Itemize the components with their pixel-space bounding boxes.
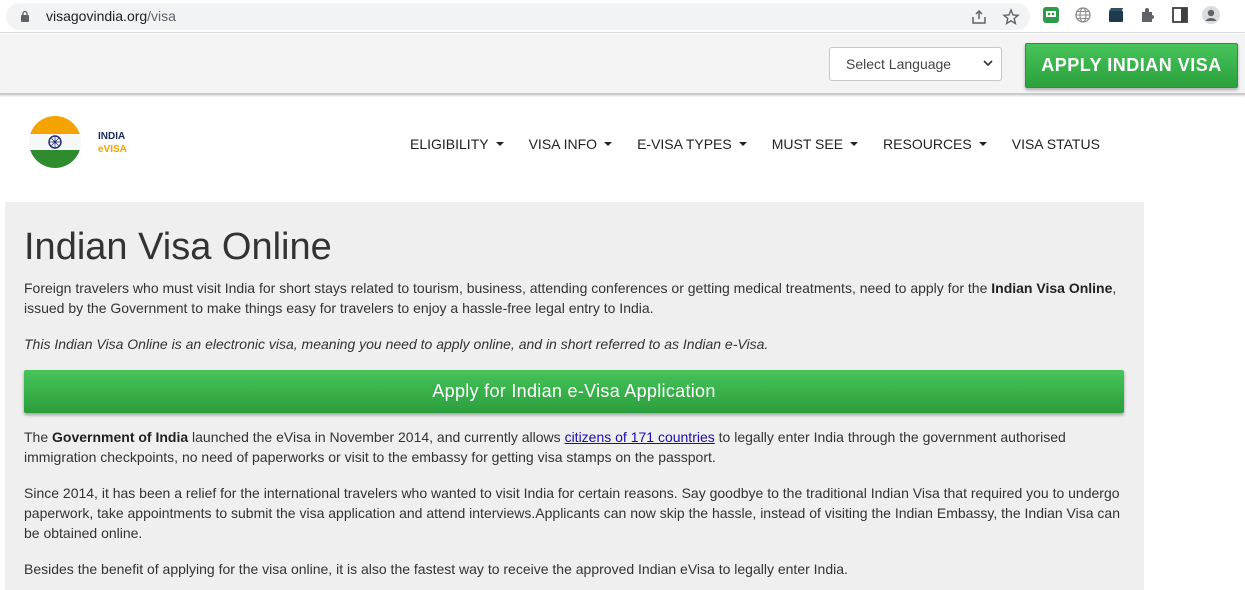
india-evisa-logo[interactable] (29, 116, 81, 168)
share-icon[interactable] (970, 8, 988, 26)
bookmark-star-icon[interactable] (1002, 8, 1020, 26)
nav-item-visa-info[interactable]: VISA INFO (528, 136, 613, 156)
dropdown-caret-icon (495, 142, 504, 146)
apply-evisa-application-button[interactable]: Apply for Indian e-Visa Application (24, 370, 1124, 413)
chevron-down-icon (983, 60, 993, 67)
eligible-countries-link[interactable]: citizens of 171 countries (565, 429, 715, 445)
nav-item-label: MUST SEE (771, 136, 844, 152)
apply-indian-visa-button[interactable]: APPLY INDIAN VISA (1025, 43, 1238, 88)
address-bar[interactable]: visagovindia.org/visa (6, 3, 1030, 30)
language-select[interactable]: Select Language (829, 47, 1002, 81)
nav-item-label: E-VISA TYPES (637, 136, 732, 152)
logo-line-evisa: eVISA (98, 144, 127, 155)
top-bar: Select Language APPLY INDIAN VISA (0, 34, 1245, 95)
government-paragraph: The Government of India launched the eVi… (24, 427, 1124, 467)
intro-paragraph: Foreign travelers who must visit India f… (24, 278, 1124, 318)
nav-item-e-visa-types[interactable]: E-VISA TYPES (637, 136, 747, 156)
page-title: Indian Visa Online (24, 226, 332, 268)
nav-item-label: ELIGIBILITY (410, 136, 489, 152)
globe-icon[interactable] (1073, 5, 1093, 25)
relief-paragraph: Since 2014, it has been a relief for the… (24, 485, 1120, 541)
url-text[interactable]: visagovindia.org/visa (46, 8, 176, 24)
gov-text-a: The (24, 429, 53, 445)
dropdown-caret-icon (738, 142, 747, 146)
dropdown-caret-icon (850, 142, 859, 146)
nav-item-label: RESOURCES (883, 136, 972, 152)
profile-avatar-icon[interactable] (1201, 5, 1221, 25)
url-path: /visa (147, 8, 176, 24)
benefit-paragraph: Besides the benefit of applying for the … (24, 561, 848, 577)
dropdown-caret-icon (604, 142, 613, 146)
clapperboard-extension-icon[interactable] (1106, 5, 1126, 25)
browser-toolbar: visagovindia.org/visa (0, 0, 1245, 33)
gov-text-b: launched the eVisa in November 2014, and… (188, 429, 565, 445)
intro-text-bold: Indian Visa Online (991, 280, 1113, 296)
logo-line-india: INDIA (98, 131, 126, 142)
puzzle-extensions-icon[interactable] (1138, 5, 1158, 25)
evisa-note-text: This Indian Visa Online is an electronic… (24, 336, 769, 352)
lock-icon (21, 10, 29, 22)
language-select-value: Select Language (846, 56, 952, 72)
nav-item-eligibility[interactable]: ELIGIBILITY (410, 136, 504, 156)
gov-text-bold: Government of India (52, 429, 189, 445)
nav-item-must-see[interactable]: MUST SEE (771, 136, 859, 156)
dropdown-caret-icon (978, 142, 987, 146)
main-nav: ELIGIBILITY VISA INFO E-VISA TYPES MUST … (410, 136, 1125, 156)
nav-item-label: VISA INFO (528, 136, 598, 152)
url-domain: visagovindia.org (46, 8, 148, 24)
logo-text[interactable]: INDIA eVISA (98, 130, 127, 156)
robot-extension-icon[interactable] (1041, 5, 1061, 25)
nav-item-visa-status[interactable]: VISA STATUS (1012, 136, 1100, 156)
india-flag-icon (29, 116, 81, 168)
intro-text-a: Foreign travelers who must visit India f… (24, 280, 992, 296)
evisa-note-paragraph: This Indian Visa Online is an electronic… (24, 334, 1124, 354)
nav-item-label: VISA STATUS (1011, 136, 1100, 152)
nav-item-resources[interactable]: RESOURCES (883, 136, 987, 156)
side-panel-icon[interactable] (1170, 5, 1190, 25)
